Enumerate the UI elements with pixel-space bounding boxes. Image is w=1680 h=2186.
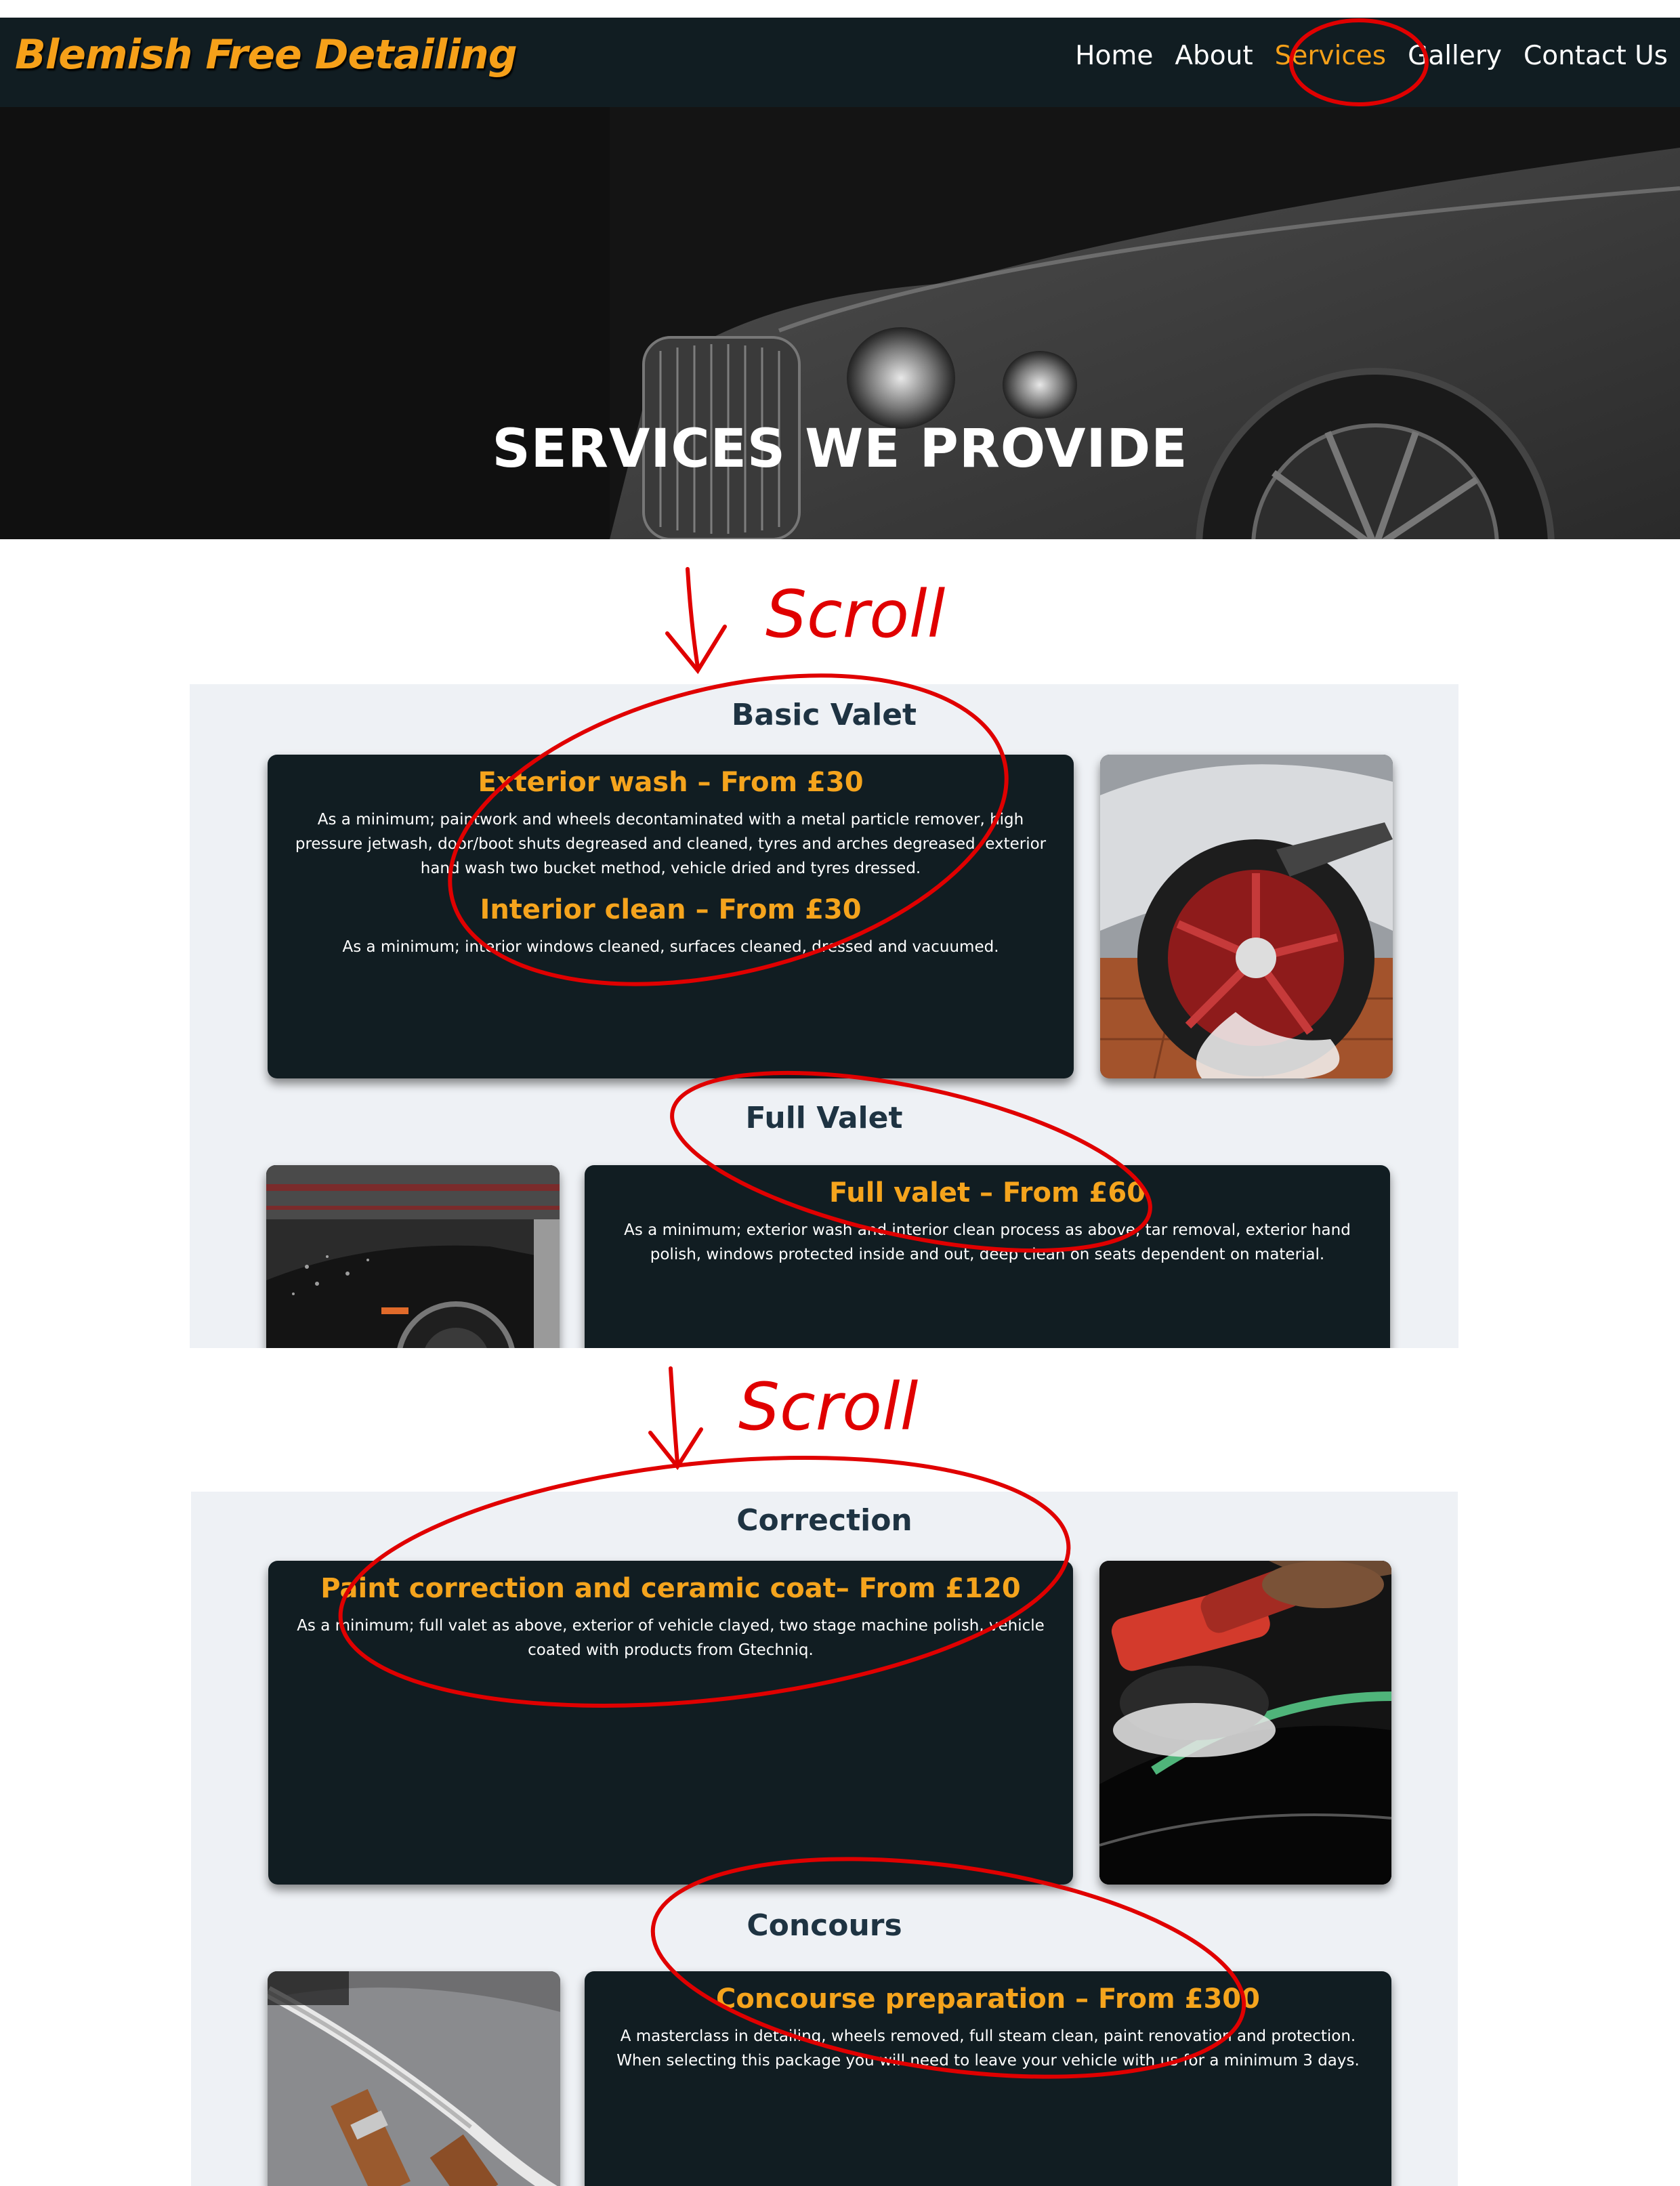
nav-contact-us[interactable]: Contact Us bbox=[1524, 41, 1668, 71]
hero-banner: SERVICES WE PROVIDE bbox=[0, 107, 1680, 539]
services-panel-1: Basic Valet Exterior wash – From £30 As … bbox=[190, 684, 1458, 1348]
hero-title: SERVICES WE PROVIDE bbox=[492, 419, 1188, 480]
correction-card: Paint correction and ceramic coat– From … bbox=[268, 1561, 1073, 1885]
nav-gallery[interactable]: Gallery bbox=[1408, 41, 1502, 71]
nav-home[interactable]: Home bbox=[1075, 41, 1153, 71]
section-heading-concours: Concours bbox=[747, 1908, 902, 1943]
nav-services[interactable]: Services bbox=[1275, 41, 1386, 71]
nav-menu: Home About Services Gallery Contact Us bbox=[1075, 41, 1668, 71]
brand-logo[interactable]: Blemish Free Detailing bbox=[15, 31, 518, 79]
full-valet-description: As a minimum; exterior wash and interior… bbox=[624, 1221, 1351, 1263]
full-valet-card: Full valet – From £60 As a minimum; exte… bbox=[585, 1165, 1390, 1348]
section-heading-correction: Correction bbox=[736, 1503, 912, 1538]
services-panel-2: Correction Paint correction and ceramic … bbox=[191, 1492, 1458, 2186]
navbar: Blemish Free Detailing Home About Servic… bbox=[0, 18, 1680, 107]
machine-polisher-photo bbox=[1099, 1561, 1391, 1885]
paint-correction-description: As a minimum; full valet as above, exter… bbox=[297, 1617, 1045, 1659]
annotation-scroll-1: Scroll bbox=[765, 576, 946, 652]
section-heading-full-valet: Full Valet bbox=[745, 1101, 903, 1135]
interior-clean-title: Interior clean – From £30 bbox=[480, 894, 862, 925]
nav-about[interactable]: About bbox=[1175, 41, 1253, 71]
scroll-arrow-2-icon bbox=[669, 1366, 679, 1465]
scroll-arrow-1-icon bbox=[686, 567, 700, 669]
annotation-scroll-2: Scroll bbox=[738, 1369, 919, 1445]
concours-card: Concourse preparation – From £300 A mast… bbox=[585, 1971, 1391, 2186]
concourse-preparation-title: Concourse preparation – From £300 bbox=[716, 1983, 1260, 2015]
interior-clean-description: As a minimum; interior windows cleaned, … bbox=[342, 938, 999, 956]
classic-car-strap-photo bbox=[268, 1971, 560, 2186]
wheel-being-cleaned-photo bbox=[1100, 755, 1393, 1078]
exterior-wash-description: As a minimum; paintwork and wheels decon… bbox=[295, 811, 1047, 877]
car-jetwash-photo bbox=[266, 1165, 560, 1348]
section-heading-basic-valet: Basic Valet bbox=[731, 698, 917, 732]
exterior-wash-title: Exterior wash – From £30 bbox=[478, 767, 864, 798]
concourse-preparation-description: A masterclass in detailing, wheels remov… bbox=[616, 2027, 1360, 2069]
basic-valet-card: Exterior wash – From £30 As a minimum; p… bbox=[268, 755, 1074, 1078]
paint-correction-title: Paint correction and ceramic coat– From … bbox=[320, 1573, 1021, 1604]
full-valet-title: Full valet – From £60 bbox=[828, 1177, 1146, 1208]
